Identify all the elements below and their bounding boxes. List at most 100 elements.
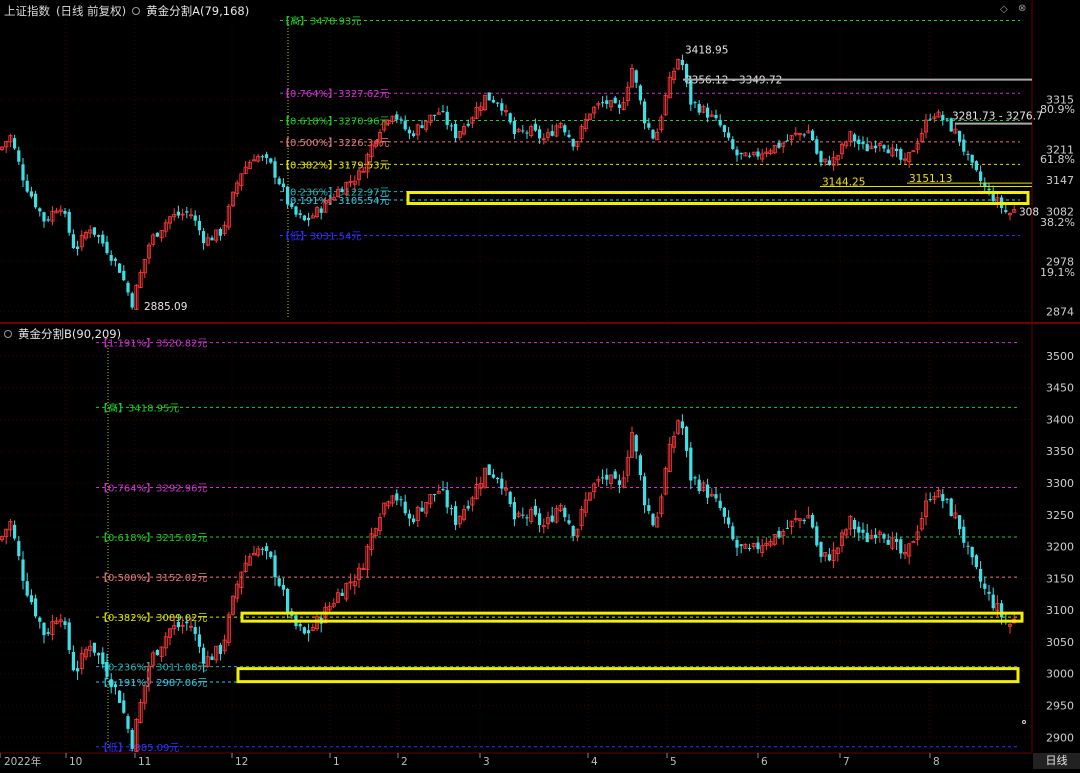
top-candle <box>202 231 206 244</box>
top-candle <box>71 234 75 249</box>
top-candle <box>441 111 445 113</box>
top-candle <box>286 186 290 205</box>
top-candle <box>508 113 512 123</box>
bottom-candle <box>210 656 214 660</box>
bottom-candle <box>487 464 491 475</box>
bottom-price-tick: 3100 <box>1046 604 1074 617</box>
bottom-candle <box>617 480 621 485</box>
bottom-candle <box>71 652 75 671</box>
top-price-tick: 3147 <box>1046 174 1074 187</box>
price-mode[interactable]: (日线 前复权) <box>56 3 126 19</box>
bottom-price-tick: 3300 <box>1046 477 1074 490</box>
top-candle <box>403 120 407 130</box>
bottom-candle <box>899 539 903 554</box>
top-candle <box>25 180 29 192</box>
bottom-candle <box>302 627 306 634</box>
bottom-price-tick: 3400 <box>1046 413 1074 426</box>
bottom-candle <box>202 647 206 664</box>
time-label: 6 <box>761 756 768 768</box>
bottom-candle <box>508 491 512 505</box>
top-candle <box>113 258 117 261</box>
top-candle <box>962 139 966 152</box>
bottom-candle <box>643 476 647 506</box>
time-label: 4 <box>591 756 598 768</box>
top-candle <box>273 161 277 178</box>
bottom-candle <box>638 455 642 475</box>
bottom-price-tick: 3150 <box>1046 572 1074 585</box>
top-indicator-name[interactable]: 黄金分割A(79,168) <box>146 3 249 19</box>
bottom-candle <box>533 505 537 515</box>
time-label: 5 <box>670 756 677 768</box>
bottom-candle <box>563 507 567 518</box>
bottom-candle <box>853 520 857 530</box>
top-candle <box>34 193 38 208</box>
top-candle <box>886 149 890 154</box>
bottom-candle <box>571 525 575 537</box>
bottom-candle <box>185 621 189 624</box>
bottom-candle <box>945 498 949 500</box>
bottom-candle <box>538 513 542 526</box>
bottom-candle <box>454 506 458 525</box>
bottom-candle <box>811 514 815 528</box>
bottom-candle <box>983 583 987 589</box>
bottom-candle <box>991 594 995 609</box>
close-icon[interactable]: ⊗ <box>1018 3 1026 14</box>
top-candle <box>197 220 201 231</box>
bottom-candle <box>1000 603 1004 618</box>
bottom-candle <box>819 542 823 557</box>
bottom-candle <box>605 474 609 480</box>
bottom-candle <box>500 478 504 489</box>
bottom-candle <box>433 493 437 495</box>
top-candle <box>638 85 642 101</box>
bottom-candle <box>403 501 407 514</box>
top-fib-label: 【0.764%】3327.62元 <box>280 88 389 100</box>
top-candle <box>340 189 344 192</box>
top-candle <box>277 178 281 185</box>
top-candle <box>735 149 739 156</box>
bottom-candle <box>307 630 311 634</box>
bottom-candle <box>613 471 617 479</box>
settings-dot-icon[interactable] <box>132 7 141 15</box>
top-candle <box>76 246 80 249</box>
bottom-candle <box>340 592 344 596</box>
bottom-candle <box>122 700 126 713</box>
period-button[interactable]: 日线 <box>1033 753 1080 769</box>
bottom-candle <box>101 652 105 665</box>
bottom-candle <box>193 627 197 634</box>
bottom-candle <box>286 589 290 613</box>
time-axis-bg <box>0 753 1032 769</box>
bottom-candle <box>525 517 529 519</box>
bottom-candle <box>651 513 655 526</box>
top-pct-tick: 80.9% <box>1040 103 1075 116</box>
bottom-candle <box>827 554 831 561</box>
bottom-pane-header: 黄金分割B(90,209) <box>0 325 1032 343</box>
bottom-candle <box>412 518 416 523</box>
bottom-candle <box>567 520 571 524</box>
top-highlight-box <box>406 191 1030 206</box>
index-title[interactable]: 上证指数 <box>4 3 50 19</box>
restore-icon[interactable]: ◇ <box>1000 4 1008 15</box>
time-label: 2022年 <box>4 755 41 768</box>
bottom-candle <box>512 502 516 520</box>
bottom-fib-label: 【0.618%】3215.02元 <box>98 532 207 544</box>
top-candle <box>218 228 222 236</box>
marker-dot <box>1022 720 1026 724</box>
bottom-candle <box>260 548 264 550</box>
bottom-candle <box>739 544 743 546</box>
top-candle <box>979 171 983 182</box>
top-candle <box>895 148 899 152</box>
bottom-candle <box>496 477 500 480</box>
bottom-candle <box>109 679 113 688</box>
bottom-candle <box>979 568 983 582</box>
top-pane-header: 上证指数 (日线 前复权) 黄金分割A(79,168) <box>0 2 1032 20</box>
top-candle <box>21 164 25 181</box>
bottom-candle <box>727 517 731 525</box>
top-candle <box>756 151 760 157</box>
settings-dot-icon[interactable] <box>4 330 12 338</box>
bottom-candle <box>680 421 684 429</box>
bottom-candle <box>407 513 411 519</box>
top-annotation: 2885.09 <box>144 301 187 313</box>
top-candle <box>265 154 269 158</box>
top-candle <box>643 101 647 124</box>
bottom-indicator-name[interactable]: 黄金分割B(90,209) <box>18 326 121 342</box>
